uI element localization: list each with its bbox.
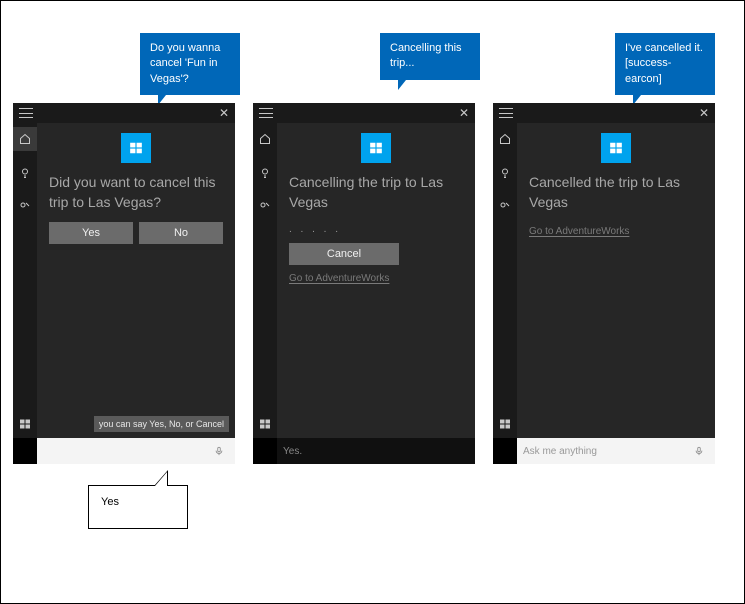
titlebar: ✕ [253, 103, 475, 123]
start-button[interactable] [13, 412, 37, 436]
home-icon [19, 133, 31, 145]
feedback-icon [19, 201, 31, 213]
cortana-window-2: ✕ [253, 103, 475, 464]
yes-button[interactable]: Yes [49, 222, 133, 244]
headline-text: Cancelling the trip to Las Vegas [277, 171, 475, 222]
bubble-text: Yes [101, 496, 119, 508]
lightbulb-icon [19, 167, 31, 179]
titlebar: ✕ [13, 103, 235, 123]
cancel-button[interactable]: Cancel [289, 243, 399, 265]
sidebar [13, 123, 37, 438]
search-box[interactable]: Yes. [277, 438, 475, 464]
search-row: Ask me anything [493, 438, 715, 464]
windows-logo-icon [369, 141, 383, 155]
close-icon[interactable]: ✕ [699, 107, 709, 119]
sidebar-lightbulb-button[interactable] [493, 161, 517, 185]
sidebar-home-button[interactable] [253, 127, 277, 151]
search-row: Yes. [253, 438, 475, 464]
no-button[interactable]: No [139, 222, 223, 244]
sidebar-feedback-button[interactable] [493, 195, 517, 219]
search-placeholder: Ask me anything [523, 446, 689, 457]
search-box[interactable]: Ask me anything [517, 438, 715, 464]
windows-logo-icon [129, 141, 143, 155]
sidebar [493, 123, 517, 438]
cancel-button-row: Cancel [277, 243, 475, 265]
feedback-icon [499, 201, 511, 213]
search-box[interactable] [37, 438, 235, 464]
confirm-button-row: Yes No [37, 222, 235, 244]
mic-icon[interactable] [209, 444, 229, 458]
search-text: Yes. [283, 446, 469, 457]
content-area: Cancelled the trip to Las Vegas Go to Ad… [517, 123, 715, 438]
close-icon[interactable]: ✕ [219, 107, 229, 119]
go-to-app-link[interactable]: Go to AdventureWorks [517, 222, 715, 237]
content-area: Did you want to cancel this trip to Las … [37, 123, 235, 438]
hamburger-icon[interactable] [499, 108, 513, 118]
app-tile-wrap [517, 123, 715, 171]
sidebar-home-button[interactable] [13, 127, 37, 151]
bubble-text: Do you wanna cancel 'Fun in Vegas'? [150, 42, 220, 85]
titlebar: ✕ [493, 103, 715, 123]
bubble-text: Cancelling this trip... [390, 42, 462, 69]
windows-logo-icon [19, 418, 31, 430]
sidebar-lightbulb-button[interactable] [13, 161, 37, 185]
hamburger-icon[interactable] [19, 108, 33, 118]
app-tile-wrap [277, 123, 475, 171]
sidebar-feedback-button[interactable] [13, 195, 37, 219]
start-button[interactable] [493, 412, 517, 436]
cortana-window-1: ✕ [13, 103, 235, 464]
voice-hint-toast: you can say Yes, No, or Cancel [94, 416, 229, 432]
go-to-app-link[interactable]: Go to AdventureWorks [277, 265, 475, 284]
windows-logo-icon [259, 418, 271, 430]
assistant-speech-bubble-2: Cancelling this trip... [380, 33, 480, 80]
app-tile-wrap [37, 123, 235, 171]
feedback-icon [259, 201, 271, 213]
app-tile[interactable] [361, 133, 391, 163]
sidebar-home-button[interactable] [493, 127, 517, 151]
lightbulb-icon [259, 167, 271, 179]
cortana-window-3: ✕ [493, 103, 715, 464]
user-speech-bubble: Yes [88, 485, 188, 529]
assistant-speech-bubble-1: Do you wanna cancel 'Fun in Vegas'? [140, 33, 240, 95]
headline-text: Cancelled the trip to Las Vegas [517, 171, 715, 222]
mic-icon[interactable] [689, 444, 709, 458]
search-row [13, 438, 235, 464]
content-area: Cancelling the trip to Las Vegas . . . .… [277, 123, 475, 438]
app-tile[interactable] [601, 133, 631, 163]
lightbulb-icon [499, 167, 511, 179]
sidebar-feedback-button[interactable] [253, 195, 277, 219]
windows-logo-icon [499, 418, 511, 430]
start-button[interactable] [253, 412, 277, 436]
home-icon [259, 133, 271, 145]
assistant-speech-bubble-3: I've cancelled it. [success-earcon] [615, 33, 715, 95]
app-tile[interactable] [121, 133, 151, 163]
home-icon [499, 133, 511, 145]
sidebar [253, 123, 277, 438]
close-icon[interactable]: ✕ [459, 107, 469, 119]
headline-text: Did you want to cancel this trip to Las … [37, 171, 235, 222]
hamburger-icon[interactable] [259, 108, 273, 118]
windows-logo-icon [609, 141, 623, 155]
sidebar-lightbulb-button[interactable] [253, 161, 277, 185]
progress-dots: . . . . . [277, 222, 475, 243]
bubble-text: I've cancelled it. [success-earcon] [625, 42, 703, 85]
